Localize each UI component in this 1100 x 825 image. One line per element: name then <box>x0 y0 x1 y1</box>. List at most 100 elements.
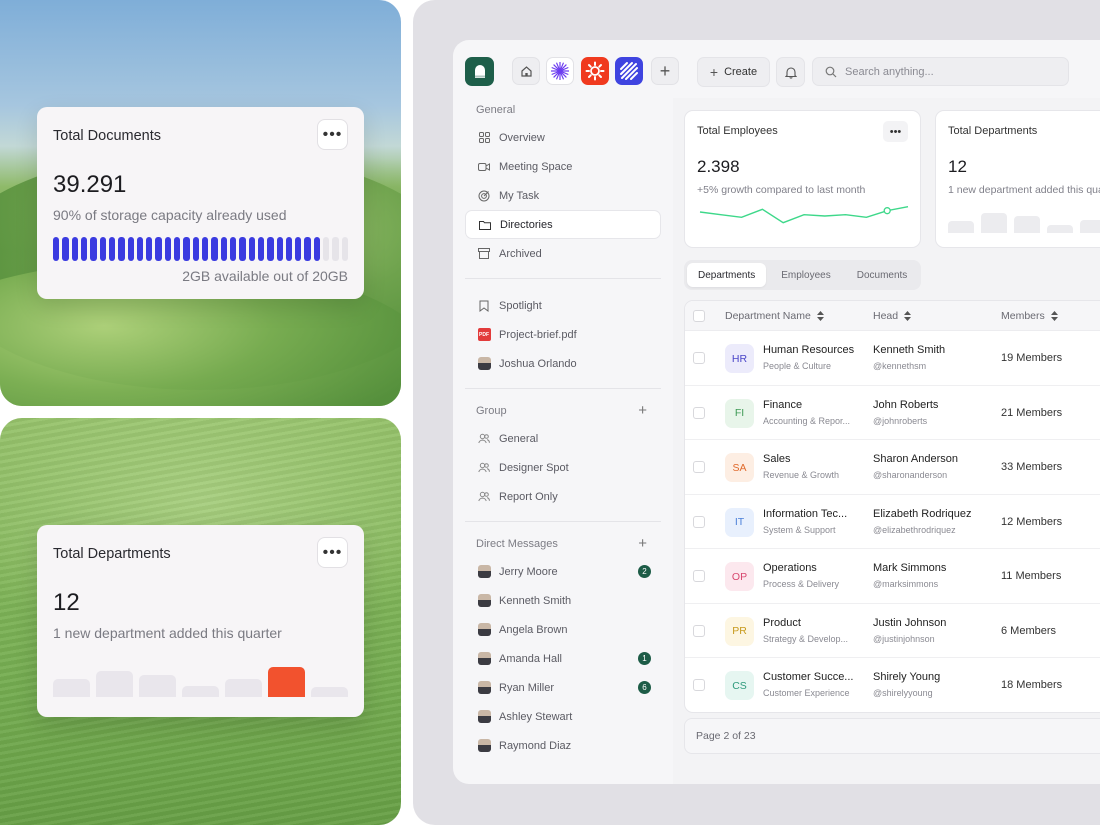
group-item-designer-spot[interactable]: Designer Spot <box>465 453 661 482</box>
pagination: Page 2 of 23 <box>684 718 1100 754</box>
table-row[interactable]: CS Customer Succe... Customer Experience Sh… <box>685 658 1100 712</box>
row-checkbox[interactable] <box>693 461 705 473</box>
home-button[interactable] <box>512 57 540 85</box>
column-department[interactable]: Department Name <box>725 301 824 331</box>
column-head[interactable]: Head <box>873 301 912 331</box>
workspace-sun-button[interactable] <box>581 57 609 85</box>
group-item-general[interactable]: General <box>465 424 661 453</box>
tab-departments[interactable]: Departments <box>687 263 767 287</box>
users-icon <box>477 490 491 504</box>
capacity-segment <box>220 237 227 261</box>
add-group-icon[interactable]: + <box>638 401 647 421</box>
create-button[interactable]: + Create <box>697 57 770 87</box>
more-options-button[interactable]: ••• <box>883 121 908 142</box>
add-message-icon[interactable]: + <box>638 534 647 554</box>
unread-badge: 2 <box>638 565 651 578</box>
pinned-item-spotlight[interactable]: Spotlight <box>465 291 661 320</box>
sun-icon <box>585 61 605 81</box>
row-checkbox[interactable] <box>693 515 705 528</box>
head-name: Justin Johnson <box>873 616 947 629</box>
sidebar-item-label: Overview <box>499 131 545 144</box>
notifications-button[interactable] <box>776 57 805 87</box>
sidebar-item-my-task[interactable]: My Task <box>465 181 661 210</box>
plus-icon: + <box>709 64 719 80</box>
stat-title: Total Employees <box>697 125 778 137</box>
stripes-icon <box>620 62 638 80</box>
sidebar-item-label: My Task <box>499 189 540 202</box>
department-bars <box>53 661 348 697</box>
total-employees-card: Total Employees ••• 2.398 +5% growth com… <box>684 110 921 248</box>
card-value: 39.291 <box>53 171 127 198</box>
sidebar-item-overview[interactable]: Overview <box>465 123 661 152</box>
head-handle: @marksimmons <box>873 579 939 589</box>
department-name: Information Tec... <box>763 507 848 520</box>
ellipsis-icon: ••• <box>322 543 343 561</box>
row-checkbox[interactable] <box>693 406 705 419</box>
trend-point <box>883 207 891 215</box>
capacity-segment <box>239 237 246 261</box>
select-all-checkbox[interactable] <box>693 310 705 322</box>
department-name: Operations <box>763 562 817 574</box>
head-handle: @shirelyyoung <box>873 688 933 698</box>
dm-item-kenneth-smith[interactable]: Kenneth Smith <box>465 586 661 615</box>
users-icon <box>477 432 491 446</box>
department-badge: HR <box>725 344 754 373</box>
row-checkbox[interactable] <box>693 352 705 364</box>
tab-employees[interactable]: Employees <box>770 263 841 287</box>
capacity-segment <box>267 237 274 261</box>
capacity-segment <box>248 237 255 261</box>
column-members[interactable]: Members <box>1001 301 1058 331</box>
row-checkbox[interactable] <box>693 679 705 691</box>
dm-item-ryan-miller[interactable]: Ryan Miller 6 <box>465 673 661 702</box>
table-row[interactable]: IT Information Tec... System & Support Eliz… <box>685 495 1100 549</box>
dm-item-raymond-diaz[interactable]: Raymond Diaz <box>465 731 661 760</box>
unread-badge: 1 <box>638 652 651 665</box>
workspace-starburst-button[interactable] <box>546 57 574 85</box>
capacity-segment <box>192 237 199 261</box>
dm-item-jerry-moore[interactable]: Jerry Moore 2 <box>465 557 661 586</box>
department-bar <box>182 686 219 697</box>
sidebar-item-label: Spotlight <box>499 299 542 312</box>
head-name: Kenneth Smith <box>873 344 946 356</box>
sidebar-item-label: Kenneth Smith <box>499 594 572 607</box>
dm-item-angela-brown[interactable]: Angela Brown <box>465 615 661 644</box>
avatar <box>477 357 491 371</box>
storage-capacity-bar <box>53 237 348 261</box>
app-logo-button[interactable] <box>465 57 494 86</box>
department-name: Customer Succe... <box>763 671 854 683</box>
capacity-segment <box>174 237 181 261</box>
capacity-segment <box>155 237 162 261</box>
capacity-segment <box>71 237 78 261</box>
add-workspace-button[interactable]: + <box>651 57 679 85</box>
department-badge: CS <box>725 671 754 700</box>
sort-icon <box>904 311 912 321</box>
sidebar-item-directories[interactable]: Directories <box>465 210 661 239</box>
more-options-button[interactable]: ••• <box>317 537 348 568</box>
sidebar-item-meeting-space[interactable]: Meeting Space <box>465 152 661 181</box>
sidebar-item-archived[interactable]: Archived <box>465 239 661 268</box>
avatar <box>477 623 491 637</box>
group-item-report-only[interactable]: Report Only <box>465 482 661 511</box>
department-subtitle: Customer Experience <box>763 688 850 698</box>
row-checkbox[interactable] <box>693 570 705 582</box>
pinned-item-joshua-orlando[interactable]: Joshua Orlando <box>465 349 661 378</box>
dm-item-amanda-hall[interactable]: Amanda Hall 1 <box>465 644 661 673</box>
workspace-stripes-button[interactable] <box>615 57 643 85</box>
table-row[interactable]: OP Operations Process & Delivery Mark Simmo… <box>685 549 1100 604</box>
archive-icon <box>477 247 491 261</box>
department-bar <box>268 667 305 697</box>
more-options-button[interactable]: ••• <box>317 119 348 150</box>
table-row[interactable]: SA Sales Revenue & Growth Sharon Anderson @s… <box>685 440 1100 495</box>
pinned-item-project-brief-pdf[interactable]: PDF Project-brief.pdf <box>465 320 661 349</box>
sidebar-item-label: General <box>499 432 539 445</box>
table-row[interactable]: FI Finance Accounting & Repor... John Rober… <box>685 386 1100 440</box>
table-row[interactable]: HR Human Resources People & Culture Kenneth… <box>685 331 1100 386</box>
search-input[interactable]: Search anything... <box>812 57 1069 86</box>
row-checkbox[interactable] <box>693 624 705 637</box>
capacity-segment <box>332 237 339 261</box>
main-content: Total Employees ••• 2.398 +5% growth com… <box>673 98 1100 784</box>
table-row[interactable]: PR Product Strategy & Develop... Justin Joh… <box>685 604 1100 658</box>
tab-documents[interactable]: Documents <box>846 263 919 287</box>
dm-item-ashley-stewart[interactable]: Ashley Stewart <box>465 702 661 731</box>
department-badge: SA <box>725 453 754 482</box>
